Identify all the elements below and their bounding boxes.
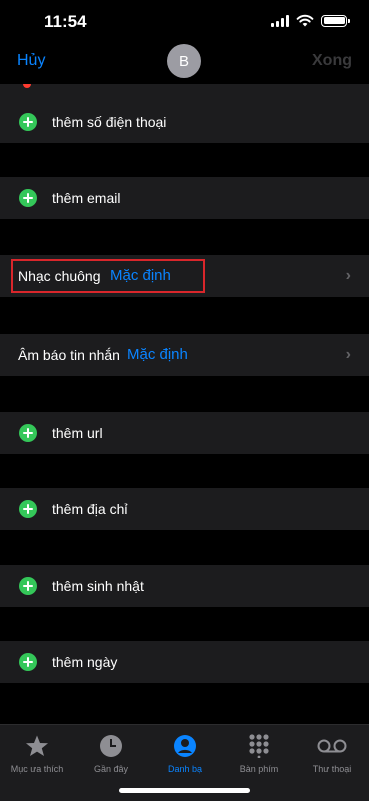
tab-label: Danh bạ [167,764,203,774]
previous-row-edge [0,84,369,102]
chevron-right-icon: › [345,346,351,363]
add-icon[interactable] [19,577,37,595]
chevron-right-icon: › [345,267,351,284]
add-email-row[interactable]: thêm email [0,177,369,219]
nav-bar: Hủy B Xong [0,44,369,84]
add-address-row[interactable]: thêm địa chỉ [0,488,369,530]
add-url-row[interactable]: thêm url [0,412,369,454]
highlight-box [11,259,205,293]
add-date-row[interactable]: thêm ngày [0,641,369,683]
status-time: 11:54 [44,12,87,31]
add-phone-label: thêm số điện thoại [52,114,167,130]
cancel-button[interactable]: Hủy [17,52,45,70]
add-birthday-row[interactable]: thêm sinh nhật [0,565,369,607]
tab-favorites[interactable]: Mục ưa thích [0,733,74,774]
add-birthday-label: thêm sinh nhật [52,578,144,594]
add-icon[interactable] [19,653,37,671]
tab-label: Mục ưa thích [10,764,64,774]
clock-icon [74,733,148,759]
add-date-label: thêm ngày [52,654,118,670]
keypad-icon [222,733,296,759]
text-tone-row[interactable]: Âm báo tin nhắn Mặc định › [0,334,369,376]
add-email-label: thêm email [52,190,121,206]
tab-label: Bàn phím [239,764,279,774]
tab-label: Thư thoại [312,764,352,774]
contact-icon [148,733,222,759]
tab-keypad[interactable]: Bàn phím [222,733,296,774]
status-bar: 11:54 [0,0,369,44]
tab-contacts[interactable]: Danh bạ [148,733,222,774]
voicemail-icon [295,733,369,759]
cellular-signal-icon [271,14,289,27]
avatar[interactable]: B [167,44,201,78]
add-icon[interactable] [19,424,37,442]
add-icon[interactable] [19,500,37,518]
add-url-label: thêm url [52,425,103,441]
add-icon[interactable] [19,189,37,207]
status-icons [271,14,350,27]
add-phone-row[interactable]: thêm số điện thoại [0,101,369,143]
home-indicator[interactable] [119,788,250,793]
wifi-icon [296,14,314,27]
add-icon[interactable] [19,113,37,131]
add-address-label: thêm địa chỉ [52,501,128,517]
tab-label: Gần đây [93,764,129,774]
tab-recents[interactable]: Gần đây [74,733,148,774]
tab-voicemail[interactable]: Thư thoại [295,733,369,774]
star-icon [0,733,74,759]
battery-icon [321,14,350,27]
done-button[interactable]: Xong [312,52,352,70]
text-tone-value: Mặc định [127,346,188,363]
text-tone-label: Âm báo tin nhắn [18,347,120,363]
